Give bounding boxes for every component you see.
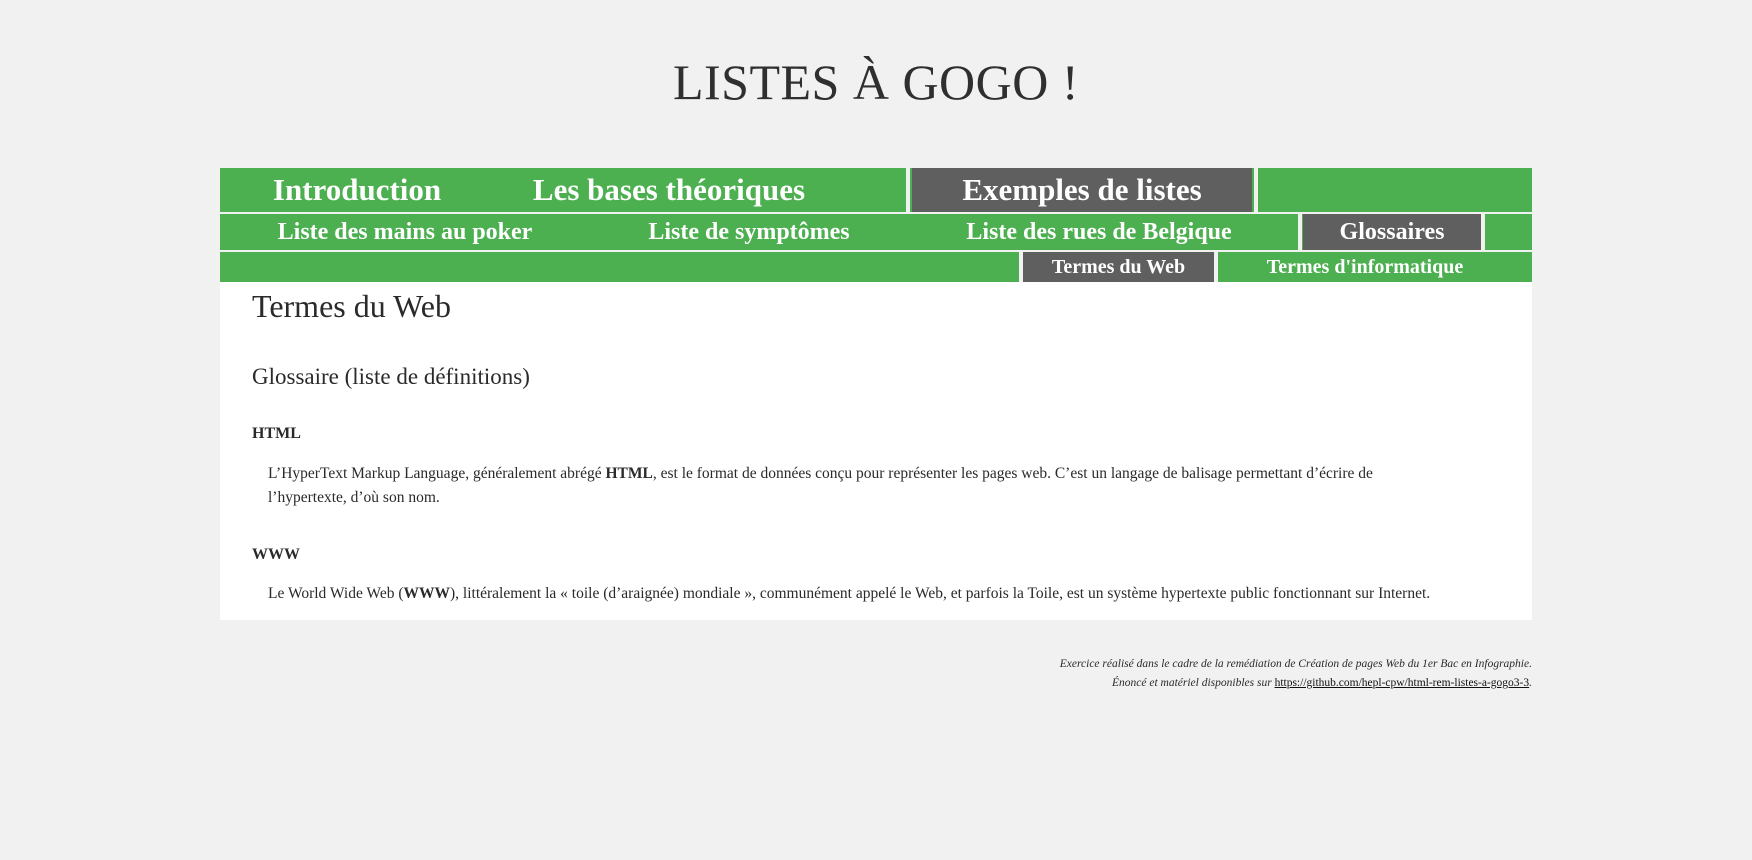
nav-glossaires[interactable]: Glossaires (1303, 214, 1481, 250)
sub-nav: Liste des mains au poker Liste de symptô… (220, 214, 1532, 250)
definition-text: L’HyperText Markup Language, généralemen… (268, 465, 606, 482)
footer-source-prefix: Énoncé et matériel disponibles sur (1111, 677, 1275, 689)
glossary-definition: L’HyperText Markup Language, généralemen… (268, 462, 1448, 510)
main-nav: Introduction Les bases théoriques Exempl… (220, 168, 1532, 212)
footer-source-suffix: . (1529, 677, 1532, 689)
main-content: Termes du Web Glossaire (liste de défini… (220, 282, 1532, 620)
definition-text: ), littéralement la « toile (d’araignée)… (450, 585, 1431, 602)
nav-mains-au-poker[interactable]: Liste des mains au poker (220, 214, 590, 250)
nav-introduction[interactable]: Introduction (220, 168, 494, 212)
definition-abbreviation: WWW (403, 585, 451, 602)
nav-exemples-de-listes[interactable]: Exemples de listes (912, 168, 1252, 212)
nav-separator (1481, 214, 1485, 250)
nav-rues-de-belgique[interactable]: Liste des rues de Belgique (908, 214, 1290, 250)
sub-sub-nav: Termes du Web Termes d'informatique (220, 252, 1532, 282)
page-container: Introduction Les bases théoriques Exempl… (220, 168, 1532, 620)
footer-line-source: Énoncé et matériel disponibles sur https… (1060, 674, 1532, 693)
nav-separator (1254, 168, 1258, 212)
nav-termes-informatique[interactable]: Termes d'informatique (1218, 252, 1512, 282)
definition-text: Le World Wide Web ( (268, 585, 404, 602)
nav-separator (1298, 214, 1302, 250)
glossary-term: WWW (252, 546, 300, 563)
nav-bases-theoriques[interactable]: Les bases théoriques (494, 168, 844, 212)
section-heading: Glossaire (liste de définitions) (252, 364, 530, 389)
nav-symptomes[interactable]: Liste de symptômes (590, 214, 908, 250)
site-title: LISTES À GOGO ! (672, 54, 1080, 110)
definition-abbreviation: HTML (605, 465, 653, 482)
nav-separator (906, 168, 910, 212)
footer-line-credit: Exercice réalisé dans le cadre de la rem… (1059, 658, 1532, 670)
page-heading: Termes du Web (252, 288, 451, 324)
nav-termes-du-web[interactable]: Termes du Web (1023, 252, 1214, 282)
github-link[interactable]: https://github.com/hepl-cpw/html-rem-lis… (1275, 677, 1530, 689)
page-footer: Exercice réalisé dans le cadre de la rem… (1060, 655, 1532, 693)
glossary-term: HTML (252, 425, 301, 442)
glossary-definition: Le World Wide Web (WWW), littéralement l… (268, 582, 1448, 606)
